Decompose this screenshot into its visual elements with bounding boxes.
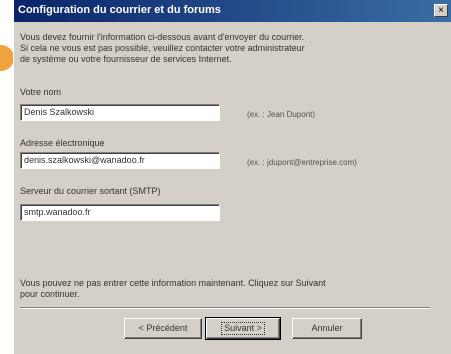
name-label: Votre nom [20,87,62,97]
skip-info-line: pour continuer. [20,289,80,299]
orange-circle-marker [0,45,14,71]
cancel-button-label: Annuler [311,323,343,333]
mail-configuration-dialog: Configuration du courrier et du forums ×… [13,0,451,354]
close-button[interactable]: × [434,4,448,17]
smtp-label: Serveur du courrier sortant (SMTP) [20,186,161,196]
email-field[interactable]: denis.szalkowski@wanadoo.fr [20,152,220,169]
next-button-label: Suivant > [221,322,265,335]
button-separator [20,307,430,309]
email-hint: (ex. : jdupont@entreprise.com) [247,158,357,167]
next-button[interactable]: Suivant > [205,317,281,340]
close-icon: × [438,5,444,16]
back-button-label: < Précédent [138,323,188,333]
back-button[interactable]: < Précédent [124,318,202,339]
intro-line: de système ou votre fournisseur de servi… [20,54,232,64]
intro-line: Si cela ne vous est pas possible, veuill… [20,43,305,53]
name-field[interactable]: Denis Szalkowski [20,104,220,121]
name-hint: (ex. : Jean Dupont) [247,110,316,119]
dialog-title: Configuration du courrier et du forums [18,4,221,16]
intro-text: Vous devez fournir l'information ci-dess… [20,32,400,65]
screenshot-stage: Configuration du courrier et du forums ×… [0,0,451,354]
intro-line: Vous devez fournir l'information ci-dess… [20,32,305,42]
smtp-field[interactable]: smtp.wanadoo.fr [20,204,220,221]
title-bar: Configuration du courrier et du forums × [14,0,451,22]
email-label: Adresse électronique [20,138,105,148]
skip-info-line: Vous pouvez ne pas entrer cette informat… [20,278,326,288]
skip-info-text: Vous pouvez ne pas entrer cette informat… [20,278,326,300]
cancel-button[interactable]: Annuler [292,318,362,339]
